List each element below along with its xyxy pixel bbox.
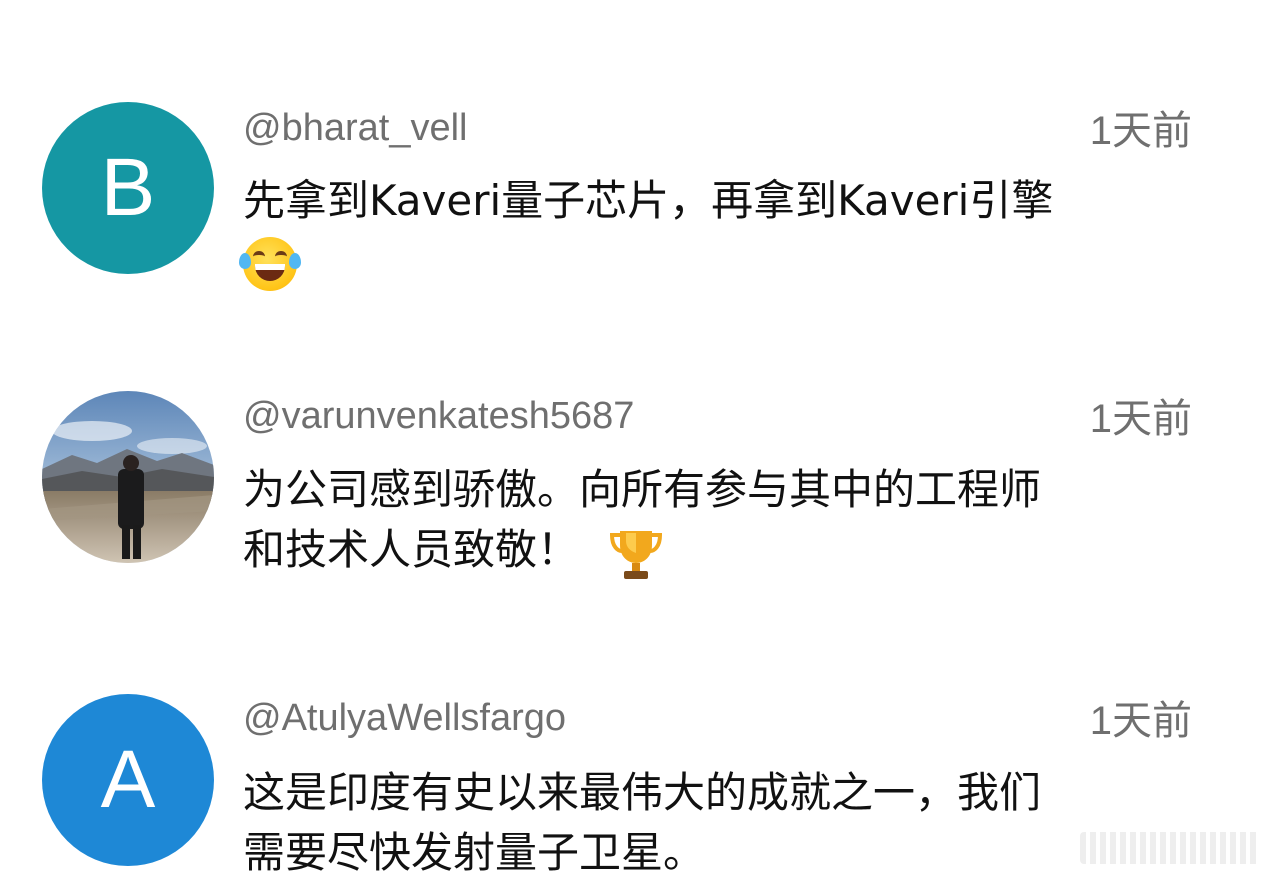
comment-time: 1天前 xyxy=(1089,397,1192,441)
comment-username[interactable]: @varunvenkatesh5687 xyxy=(243,394,634,438)
avatar-letter: B xyxy=(100,142,156,233)
comment-text-line: 先拿到Kaveri量子芯片，再拿到Kaveri引擎 xyxy=(243,176,1054,225)
comment-time: 1天前 xyxy=(1089,109,1192,153)
comment-text-line: 为公司感到骄傲。向所有参与其中的工程师 xyxy=(243,465,1042,514)
trophy-icon xyxy=(609,530,662,579)
comment-text: 为公司感到骄傲。向所有参与其中的工程师 和技术人员致敬！ xyxy=(243,460,1203,583)
face-with-tears-of-joy-icon xyxy=(239,236,301,291)
comment-username[interactable]: @bharat_vell xyxy=(243,106,467,150)
comment-username[interactable]: @AtulyaWellsfargo xyxy=(243,696,566,740)
comment-text: 先拿到Kaveri量子芯片，再拿到Kaveri引擎 xyxy=(239,171,1203,291)
comment-text-line: 和技术人员致敬！ xyxy=(243,525,593,574)
comment-text-line: 这是印度有史以来最伟大的成就之一，我们 xyxy=(243,768,1042,817)
comment-text-line: 需要尽快发射量子卫星。 xyxy=(243,828,706,877)
comment-time: 1天前 xyxy=(1089,699,1192,743)
avatar[interactable] xyxy=(42,391,214,563)
avatar[interactable]: B xyxy=(42,102,214,274)
avatar[interactable]: A xyxy=(42,694,214,866)
comment-text: 这是印度有史以来最伟大的成就之一，我们 需要尽快发射量子卫星。 xyxy=(243,763,1203,883)
avatar-photo xyxy=(42,391,214,563)
avatar-letter: A xyxy=(100,734,156,825)
watermark xyxy=(1080,832,1260,864)
